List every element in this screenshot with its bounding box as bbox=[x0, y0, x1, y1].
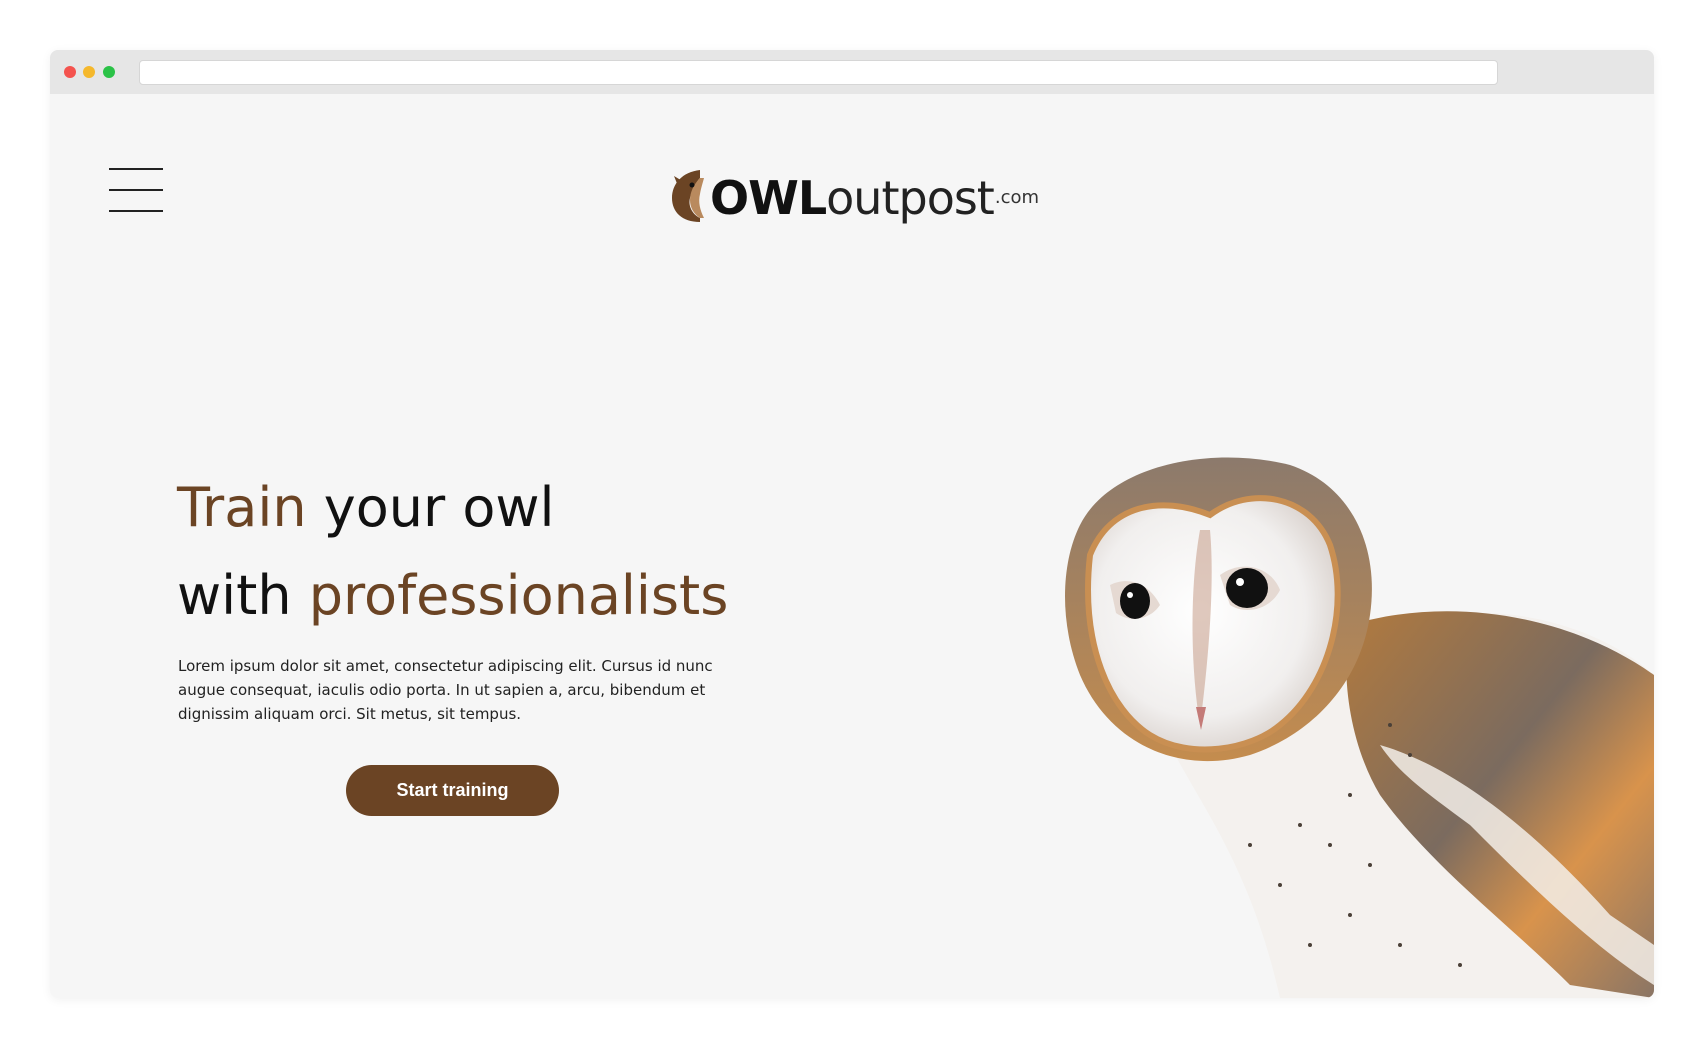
hero-title-accent-2: professionalists bbox=[308, 564, 729, 627]
hero-title-rest-1: your owl bbox=[306, 476, 555, 539]
hero-description: Lorem ipsum dolor sit amet, consectetur … bbox=[178, 657, 713, 723]
owl-head-icon bbox=[672, 170, 704, 222]
logo-outpost-text: outpost bbox=[826, 171, 995, 225]
browser-titlebar bbox=[50, 50, 1654, 94]
browser-window: OWL outpost .com Train your owl with pro… bbox=[50, 50, 1654, 998]
site-logo[interactable]: OWL outpost .com bbox=[670, 162, 1039, 226]
barn-owl-image bbox=[1065, 457, 1654, 998]
maximize-window-button[interactable] bbox=[103, 66, 115, 78]
menu-line bbox=[109, 210, 163, 212]
close-window-button[interactable] bbox=[64, 66, 76, 78]
logo-domain-text: .com bbox=[994, 187, 1040, 208]
hamburger-menu-icon[interactable] bbox=[109, 167, 163, 213]
hero-title-accent-1: Train bbox=[177, 476, 307, 539]
hero-title-plain-2: with bbox=[177, 564, 309, 627]
menu-line bbox=[109, 189, 163, 191]
menu-line bbox=[109, 168, 163, 170]
address-bar[interactable] bbox=[139, 60, 1498, 85]
logo-owl-text: OWL bbox=[710, 171, 827, 225]
start-training-button[interactable]: Start training bbox=[346, 765, 559, 816]
hero-title: Train your owl with professionalists bbox=[177, 464, 728, 640]
minimize-window-button[interactable] bbox=[83, 66, 95, 78]
